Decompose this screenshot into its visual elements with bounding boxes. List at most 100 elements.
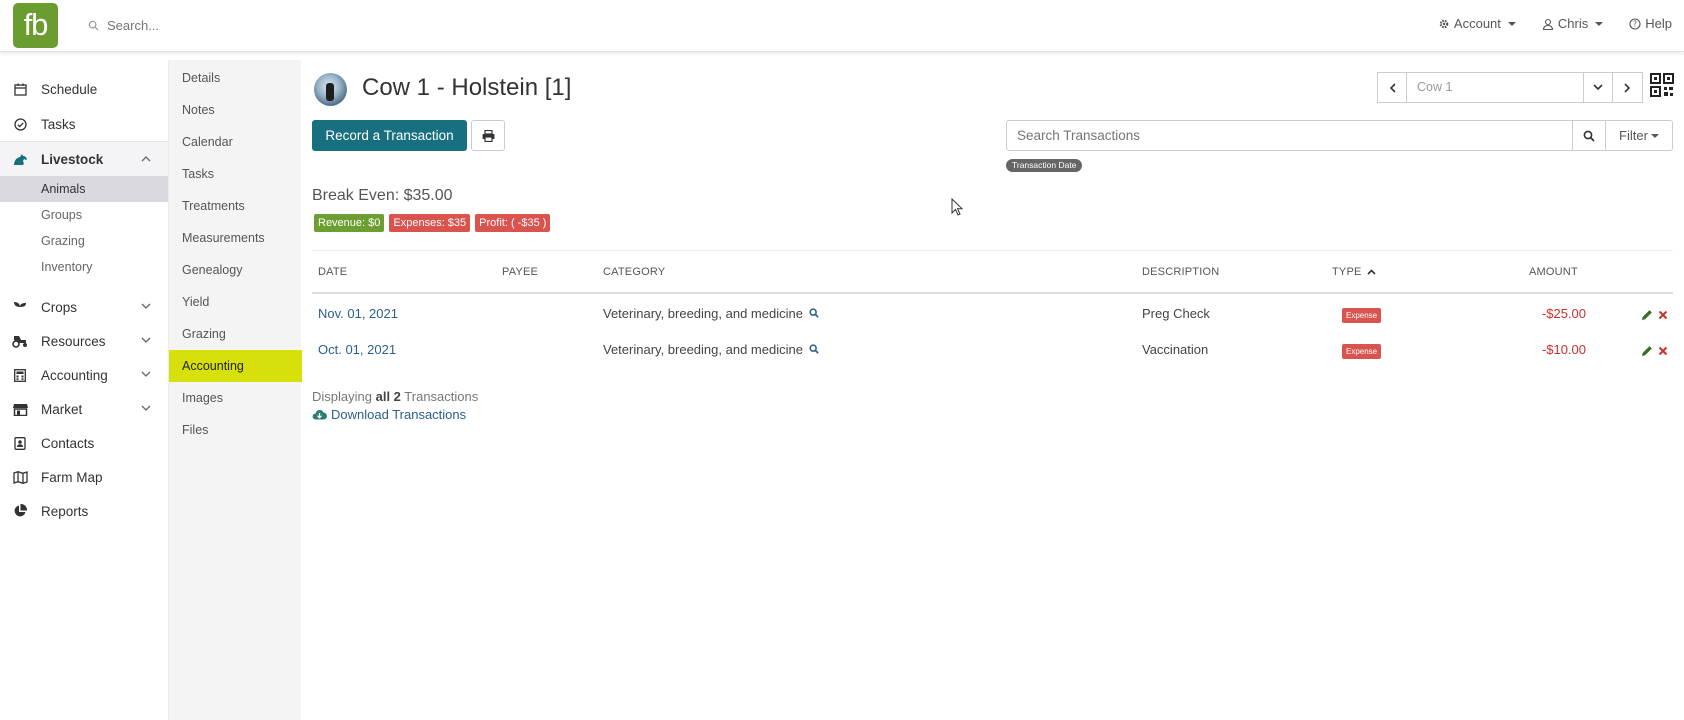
sub-animals[interactable]: Animals bbox=[0, 176, 168, 202]
transaction-search[interactable] bbox=[1006, 120, 1573, 151]
check-circle-icon bbox=[12, 116, 28, 132]
row-category-label: Veterinary, breeding, and medicine bbox=[603, 342, 803, 357]
subnav-details[interactable]: Details bbox=[169, 62, 302, 94]
animal-subnav: Details Notes Calendar Tasks Treatments … bbox=[168, 60, 302, 720]
column-type[interactable]: TYPE bbox=[1332, 266, 1376, 278]
chevron-down-icon bbox=[141, 405, 151, 411]
column-type-label: TYPE bbox=[1332, 266, 1362, 278]
nav-label: Tasks bbox=[41, 116, 76, 132]
column-amount[interactable]: AMOUNT bbox=[1529, 266, 1578, 278]
record-transaction-button[interactable]: Record a Transaction bbox=[312, 120, 467, 151]
row-category: Veterinary, breeding, and medicine bbox=[603, 306, 819, 321]
nav-livestock[interactable]: Livestock bbox=[0, 142, 168, 176]
global-search[interactable] bbox=[88, 14, 348, 36]
chevron-down-icon bbox=[1593, 84, 1603, 91]
row-date[interactable]: Nov. 01, 2021 bbox=[318, 306, 398, 321]
nav-contacts[interactable]: Contacts bbox=[0, 426, 168, 460]
subnav-notes[interactable]: Notes bbox=[169, 94, 302, 126]
break-even: Break Even: $35.00 bbox=[312, 187, 453, 204]
animal-select[interactable]: Cow 1 bbox=[1407, 72, 1583, 103]
search-icon[interactable] bbox=[808, 344, 819, 354]
animal-dropdown-button[interactable] bbox=[1583, 72, 1613, 103]
seedling-icon bbox=[12, 299, 28, 315]
global-search-input[interactable] bbox=[107, 17, 327, 33]
nav-schedule[interactable]: Schedule bbox=[0, 72, 168, 106]
search-icon[interactable] bbox=[808, 308, 819, 318]
row-date[interactable]: Oct. 01, 2021 bbox=[318, 342, 396, 357]
prev-animal-button[interactable] bbox=[1377, 72, 1407, 103]
nav-farm-map[interactable]: Farm Map bbox=[0, 460, 168, 494]
sub-inventory[interactable]: Inventory bbox=[0, 254, 168, 280]
table-row[interactable]: Oct. 01, 2021 Veterinary, breeding, and … bbox=[312, 332, 1673, 368]
table-row[interactable]: Nov. 01, 2021 Veterinary, breeding, and … bbox=[312, 296, 1673, 332]
subnav-yield[interactable]: Yield bbox=[169, 286, 302, 318]
chevron-left-icon bbox=[1389, 82, 1396, 93]
nav-accounting[interactable]: Accounting bbox=[0, 358, 168, 392]
app-logo[interactable]: fb bbox=[13, 3, 58, 48]
summary-labels: Revenue: $0 Expenses: $35 Profit: ( -$35… bbox=[314, 214, 551, 232]
subnav-images[interactable]: Images bbox=[169, 382, 302, 414]
nav-label: Livestock bbox=[41, 151, 104, 167]
column-category[interactable]: CATEGORY bbox=[603, 266, 665, 278]
help-link[interactable]: ? Help bbox=[1629, 16, 1672, 31]
subnav-calendar[interactable]: Calendar bbox=[169, 126, 302, 158]
animal-avatar[interactable] bbox=[314, 73, 347, 106]
delete-icon[interactable] bbox=[1658, 346, 1668, 356]
pie-chart-icon bbox=[12, 503, 28, 519]
row-amount: -$25.00 bbox=[1541, 306, 1586, 321]
row-description: Vaccination bbox=[1142, 342, 1209, 357]
subnav-files[interactable]: Files bbox=[169, 414, 302, 446]
nav-label: Crops bbox=[41, 299, 78, 315]
calendar-icon bbox=[12, 81, 28, 97]
subnav-measurements[interactable]: Measurements bbox=[169, 222, 302, 254]
revenue-badge: Revenue: $0 bbox=[314, 214, 385, 232]
sort-up-icon bbox=[1367, 269, 1376, 275]
nav-tasks[interactable]: Tasks bbox=[0, 107, 168, 141]
column-description[interactable]: DESCRIPTION bbox=[1142, 266, 1219, 278]
address-book-icon bbox=[12, 435, 28, 451]
caret-down-icon bbox=[1650, 133, 1659, 138]
transaction-date-filter-pill[interactable]: Transaction Date bbox=[1006, 159, 1083, 172]
nav-label: Market bbox=[41, 401, 83, 417]
account-menu[interactable]: Account bbox=[1438, 16, 1516, 31]
print-icon bbox=[482, 129, 494, 142]
page-title: Cow 1 - Holstein [1] bbox=[362, 74, 572, 101]
nav-crops[interactable]: Crops bbox=[0, 290, 168, 324]
edit-icon[interactable] bbox=[1641, 309, 1653, 321]
nav-market[interactable]: Market bbox=[0, 392, 168, 426]
print-button[interactable] bbox=[471, 120, 505, 151]
transaction-search-button[interactable] bbox=[1572, 120, 1606, 151]
subnav-treatments[interactable]: Treatments bbox=[169, 190, 302, 222]
displaying-count: Displaying all 2 Transactions bbox=[312, 389, 478, 404]
download-transactions-link[interactable]: Download Transactions bbox=[312, 407, 466, 422]
qr-code-icon[interactable] bbox=[1650, 73, 1674, 97]
gear-icon bbox=[1439, 19, 1449, 28]
sub-grazing[interactable]: Grazing bbox=[0, 228, 168, 254]
nav-label: Contacts bbox=[41, 435, 95, 451]
delete-icon[interactable] bbox=[1658, 310, 1668, 320]
edit-icon[interactable] bbox=[1641, 345, 1653, 357]
subnav-genealogy[interactable]: Genealogy bbox=[169, 254, 302, 286]
filter-dropdown[interactable]: Filter bbox=[1605, 120, 1673, 151]
transaction-search-input[interactable] bbox=[1007, 121, 1572, 150]
horse-icon bbox=[12, 151, 28, 167]
search-icon bbox=[88, 20, 99, 31]
column-date[interactable]: DATE bbox=[318, 266, 347, 278]
column-payee[interactable]: PAYEE bbox=[502, 266, 538, 278]
sub-groups[interactable]: Groups bbox=[0, 202, 168, 228]
row-type-badge: Expense bbox=[1342, 308, 1382, 323]
user-menu[interactable]: Chris bbox=[1542, 16, 1604, 31]
nav-reports[interactable]: Reports bbox=[0, 494, 168, 528]
chevron-down-icon bbox=[141, 303, 151, 309]
nav-resources[interactable]: Resources bbox=[0, 324, 168, 358]
next-animal-button[interactable] bbox=[1613, 72, 1643, 103]
expenses-badge: Expenses: $35 bbox=[389, 214, 471, 232]
chevron-right-icon bbox=[1624, 82, 1631, 93]
cloud-download-icon bbox=[312, 409, 327, 420]
help-label: Help bbox=[1645, 16, 1672, 31]
subnav-accounting[interactable]: Accounting bbox=[169, 350, 302, 382]
subnav-tasks[interactable]: Tasks bbox=[169, 158, 302, 190]
subnav-grazing[interactable]: Grazing bbox=[169, 318, 302, 350]
user-icon bbox=[1542, 18, 1553, 30]
store-icon bbox=[12, 401, 28, 417]
